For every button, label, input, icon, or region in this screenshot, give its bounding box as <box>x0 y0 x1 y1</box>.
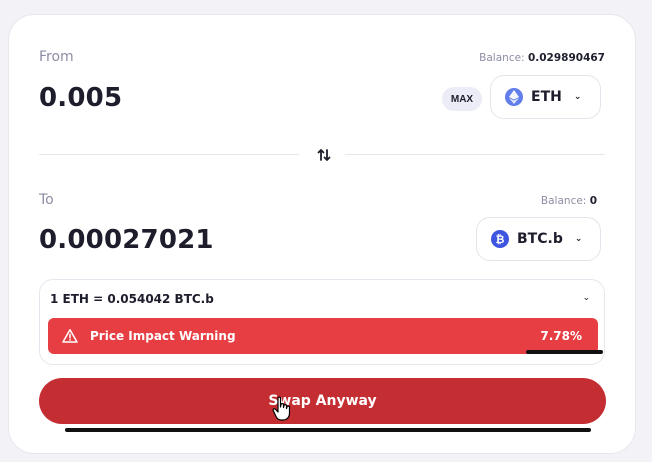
chevron-down-icon: ⌄ <box>573 92 582 102</box>
eth-icon <box>505 88 523 106</box>
annotation-underline <box>526 350 603 354</box>
swap-direction-icon[interactable] <box>312 144 336 166</box>
exchange-rate: 1 ETH = 0.054042 BTC.b <box>50 292 214 306</box>
to-label: To <box>39 192 54 208</box>
annotation-underline <box>65 428 591 432</box>
swap-card: From Balance: 0.029890467 0.005 MAX ETH … <box>8 14 636 454</box>
price-impact-value: 7.78% <box>540 329 582 343</box>
from-label: From <box>39 49 74 65</box>
to-token-symbol: BTC.b <box>517 231 563 247</box>
to-balance: Balance: 0 <box>541 195 597 207</box>
from-balance-label: Balance: <box>479 52 525 64</box>
divider-right <box>345 154 605 155</box>
to-balance-label: Balance: <box>540 195 587 207</box>
from-amount-input[interactable]: 0.005 <box>39 83 122 113</box>
to-balance-value: 0 <box>589 195 597 207</box>
btcb-icon: ₿ <box>491 230 509 248</box>
warning-label: Price Impact Warning <box>90 329 236 343</box>
hand-cursor-icon <box>272 396 291 421</box>
price-impact-warning: Price Impact Warning 7.78% <box>48 318 598 354</box>
swap-anyway-button[interactable]: Swap Anyway <box>39 378 606 424</box>
max-button[interactable]: MAX <box>442 87 482 111</box>
warning-icon <box>62 329 78 343</box>
divider-left <box>39 154 299 155</box>
from-token-select[interactable]: ETH ⌄ <box>490 75 601 119</box>
from-token-symbol: ETH <box>531 89 562 105</box>
to-amount-output[interactable]: 0.00027021 <box>39 225 214 255</box>
from-balance-value: 0.029890467 <box>527 52 605 64</box>
chevron-down-icon: ⌄ <box>574 234 583 244</box>
chevron-down-icon[interactable]: ⌄ <box>582 293 590 303</box>
from-balance: Balance: 0.029890467 <box>479 52 605 64</box>
to-token-select[interactable]: ₿ BTC.b ⌄ <box>476 217 601 261</box>
rate-details[interactable]: 1 ETH = 0.054042 BTC.b ⌄ Price Impact Wa… <box>39 279 605 365</box>
